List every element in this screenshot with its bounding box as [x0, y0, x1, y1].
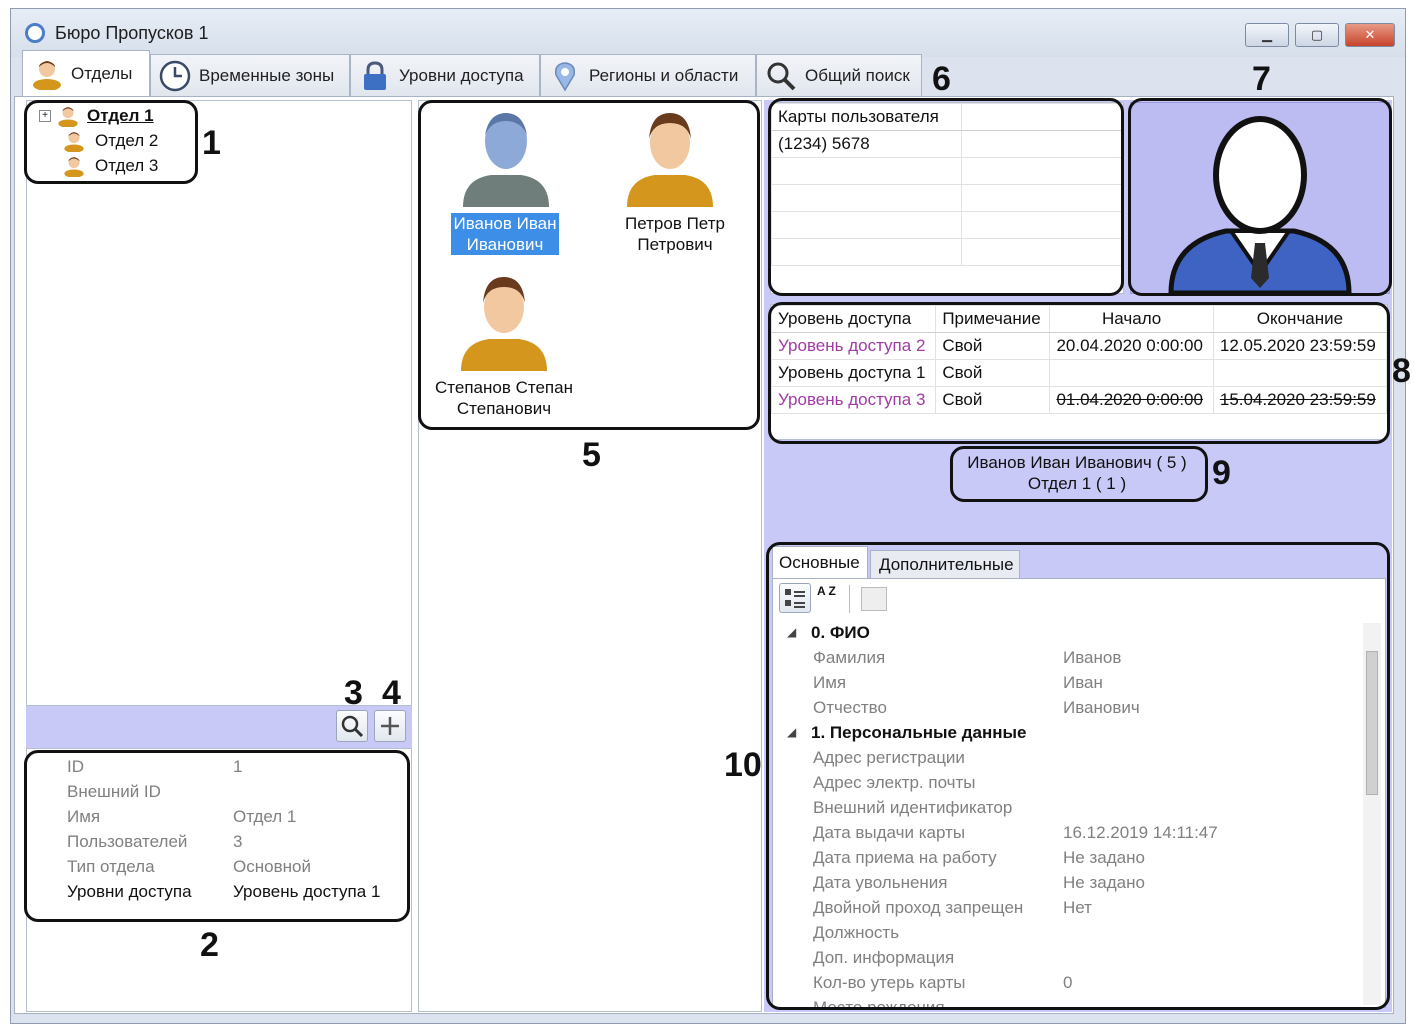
callout-number-2: 2: [200, 926, 219, 964]
tab-label: Регионы и области: [589, 65, 739, 85]
lock-icon: [359, 60, 391, 92]
callout-box-5: [418, 100, 760, 430]
tab-departments[interactable]: Отделы: [22, 50, 150, 96]
callout-box-9: [950, 446, 1208, 502]
minimize-button[interactable]: ▁: [1245, 23, 1289, 47]
callout-number-6: 6: [932, 60, 951, 98]
search-icon: [341, 715, 364, 738]
clock-icon: [159, 60, 191, 92]
callout-number-8: 8: [1392, 352, 1411, 390]
callout-box-6: [768, 98, 1124, 296]
tab-general-search[interactable]: Общий поиск: [756, 54, 922, 96]
callout-number-3: 3: [344, 674, 363, 712]
main-tabs: Отделы Временные зоны Уровни доступа Рег…: [12, 48, 1396, 96]
callout-box-1: [24, 100, 198, 184]
person-icon: [31, 58, 63, 91]
callout-box-2: [24, 750, 410, 922]
maximize-button[interactable]: ▢: [1295, 23, 1339, 47]
tab-regions[interactable]: Регионы и области: [540, 54, 756, 96]
callout-number-4: 4: [382, 674, 401, 712]
tab-label: Уровни доступа: [399, 65, 524, 85]
app-icon: [25, 23, 45, 43]
callout-number-5: 5: [582, 436, 601, 474]
search-icon: [765, 60, 797, 92]
callout-number-7: 7: [1252, 60, 1271, 98]
callout-box-10: [766, 542, 1390, 1010]
tab-time-zones[interactable]: Временные зоны: [150, 54, 350, 96]
add-button[interactable]: [374, 710, 406, 742]
department-tree: + Отдел 1 Отдел 2 Отдел 3: [26, 100, 412, 706]
window-title: Бюро Пропусков 1: [55, 23, 209, 43]
callout-number-10: 10: [724, 746, 762, 784]
tab-label: Отделы: [71, 63, 133, 83]
tab-label: Временные зоны: [199, 65, 335, 85]
close-button[interactable]: ✕: [1345, 23, 1395, 47]
tab-access-levels[interactable]: Уровни доступа: [350, 54, 540, 96]
callout-number-1: 1: [202, 124, 221, 162]
callout-box-8: [768, 302, 1390, 444]
plus-icon: [381, 717, 399, 735]
callout-number-9: 9: [1212, 454, 1231, 492]
callout-box-7: [1128, 98, 1392, 296]
map-pin-icon: [549, 60, 581, 92]
search-button[interactable]: [336, 710, 368, 742]
tab-label: Общий поиск: [805, 65, 910, 85]
